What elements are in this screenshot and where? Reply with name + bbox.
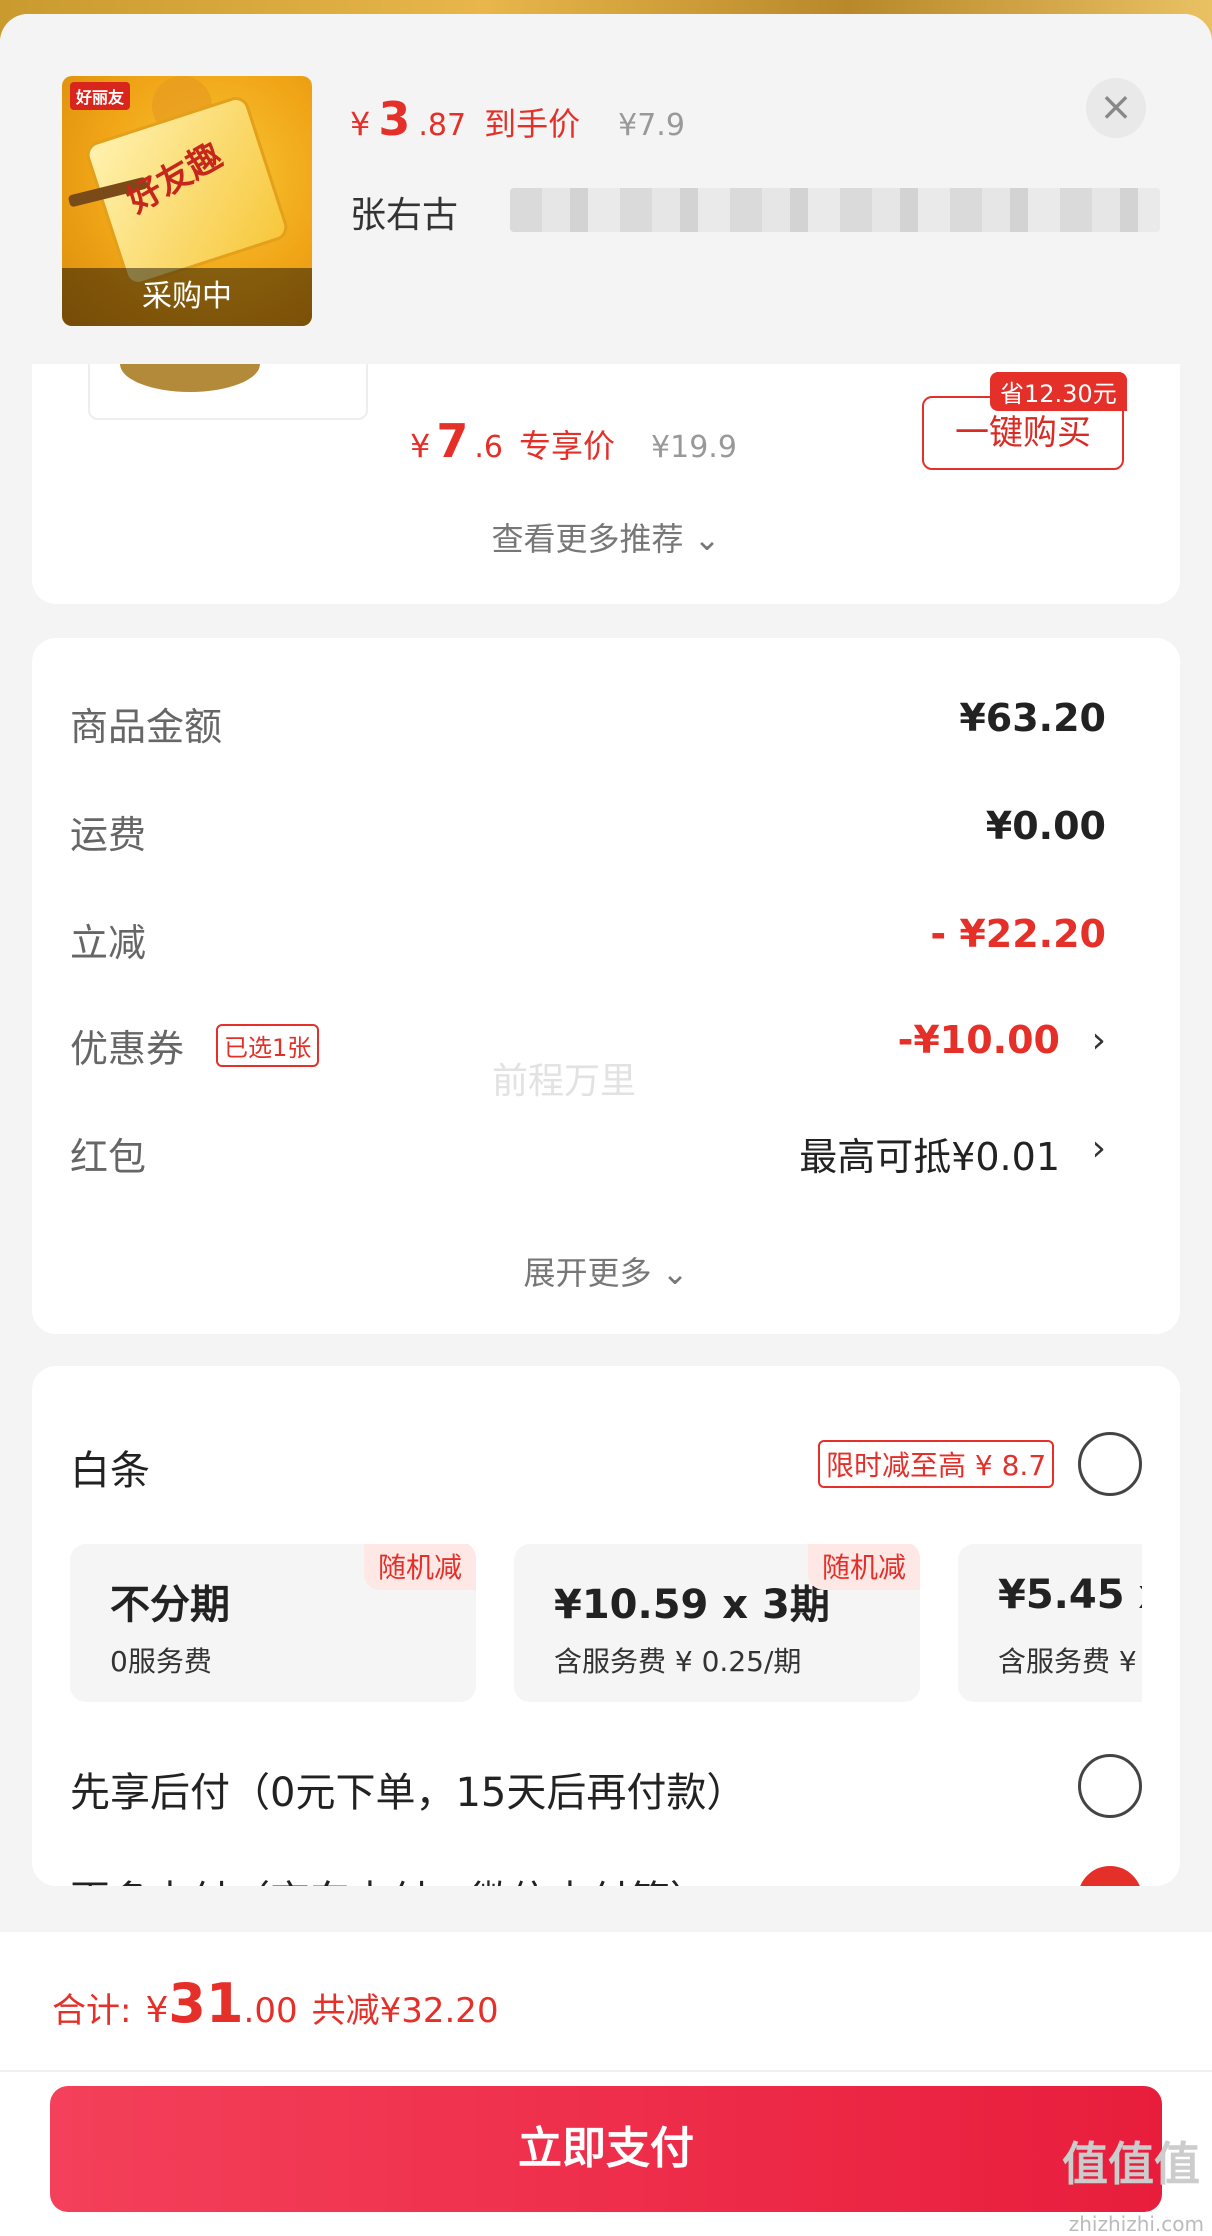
total-integer: 31 xyxy=(168,1972,244,2035)
row-coupon[interactable]: 优惠券 已选1张 -¥10.00 › xyxy=(70,1018,1150,1078)
plan-3-installments[interactable]: ¥10.59 x 3期 含服务费 ¥ 0.25/期 随机减 xyxy=(514,1544,920,1702)
row-label: 商品金额 xyxy=(70,705,223,749)
save-badge: 省12.30元 xyxy=(990,372,1127,411)
order-amount-card: 前程万里 商品金额 ¥63.20 运费 ¥0.00 立减 - ¥22.20 优惠… xyxy=(32,638,1180,1334)
pay-later-radio[interactable] xyxy=(1078,1754,1142,1818)
row-label: 立减 xyxy=(70,921,147,965)
row-red-packet[interactable]: 红包 最高可抵¥0.01 › xyxy=(70,1126,1150,1186)
recommended-price: ¥ 7 .6 专享价 ¥19.9 xyxy=(410,414,737,468)
row-instant-discount: 立减 - ¥22.20 xyxy=(70,912,1150,972)
price-decimal: .6 xyxy=(474,430,503,465)
close-icon[interactable]: × xyxy=(1086,78,1146,138)
plan-title: 不分期 xyxy=(110,1582,230,1628)
plan-6-installments[interactable]: ¥5.45 x 含服务费 ¥ xyxy=(958,1544,1142,1702)
expand-more-link[interactable]: 展开更多 ⌄ xyxy=(32,1248,1180,1294)
limited-time-discount-chip: 限时减至高 ¥ 8.7 xyxy=(818,1440,1055,1488)
random-discount-badge: 随机减 xyxy=(363,1544,476,1590)
total-savings: 共减¥32.20 xyxy=(311,1991,499,2031)
price-tag: 专享价 xyxy=(519,427,616,465)
row-value: - ¥22.20 xyxy=(930,912,1106,956)
blurred-title-mosaic xyxy=(510,188,1160,232)
baitiao-label: 白条 xyxy=(70,1448,150,1494)
pay-later-label: 先享后付（0元下单，15天后再付款） xyxy=(70,1770,747,1816)
row-label: 优惠券 xyxy=(70,1027,185,1071)
row-label: 红包 xyxy=(70,1135,147,1179)
pay-now-button[interactable]: 立即支付 xyxy=(50,2086,1162,2212)
installment-plans: 不分期 0服务费 随机减 ¥10.59 x 3期 含服务费 ¥ 0.25/期 随… xyxy=(70,1544,1142,1704)
view-more-recommendations[interactable]: 查看更多推荐 ⌄ xyxy=(32,514,1180,560)
total-decimal: .00 xyxy=(243,1991,298,2031)
final-price-tag: 到手价 xyxy=(484,105,581,143)
price-decimal: .87 xyxy=(418,108,467,143)
row-shipping: 运费 ¥0.00 xyxy=(70,804,1150,864)
plan-title: ¥10.59 x 3期 xyxy=(554,1582,830,1628)
product-header: 好丽友 好友趣 采购中 ¥ 3 .87 到手价 ¥7.9 × 张右古 xyxy=(0,14,1212,364)
row-value: ¥0.00 xyxy=(985,804,1106,848)
plan-title: ¥5.45 x xyxy=(998,1572,1142,1618)
site-url-watermark: zhizhizhi.com xyxy=(1068,2212,1204,2236)
row-value: -¥10.00 xyxy=(897,1018,1060,1062)
more-payment-label: 更多支付（京东支付、微信支付等） xyxy=(70,1868,710,1886)
checkout-bottom-bar: 合计: ¥ 31 .00 共减¥32.20 立即支付 值值值 zhizhizhi… xyxy=(0,1932,1212,2236)
original-price: ¥7.9 xyxy=(618,108,685,143)
chevron-right-icon[interactable]: › xyxy=(1092,1128,1106,1169)
row-value: ¥63.20 xyxy=(959,696,1106,740)
plan-subtitle: 0服务费 xyxy=(110,1645,212,1678)
price-integer: 7 xyxy=(436,414,469,468)
divider xyxy=(0,2070,1212,2072)
currency-symbol: ¥ xyxy=(410,427,431,465)
order-total: 合计: ¥ 31 .00 共减¥32.20 xyxy=(52,1972,499,2035)
price-integer: 3 xyxy=(378,92,411,146)
total-label: 合计: xyxy=(52,1991,132,2031)
row-goods-amount: 商品金额 ¥63.20 xyxy=(70,696,1150,756)
site-watermark: 值值值 xyxy=(1062,2137,1200,2191)
brand-logo: 好丽友 xyxy=(70,82,131,110)
row-value: 最高可抵¥0.01 xyxy=(799,1135,1060,1179)
plan-subtitle: 含服务费 ¥ xyxy=(998,1645,1137,1678)
payment-method-card: 白条 限时减至高 ¥ 8.7 不分期 0服务费 随机减 ¥10.59 x 3期 … xyxy=(32,1366,1180,1886)
coupon-selected-chip: 已选1张 xyxy=(216,1024,320,1067)
plan-no-installment[interactable]: 不分期 0服务费 随机减 xyxy=(70,1544,476,1702)
baitiao-radio[interactable] xyxy=(1078,1432,1142,1496)
check-icon[interactable]: ✓ xyxy=(1078,1866,1142,1886)
plan-subtitle: 含服务费 ¥ 0.25/期 xyxy=(554,1645,802,1678)
checkout-sheet: ¥ 7 .6 专享价 ¥19.9 一键购买 省12.30元 查看更多推荐 ⌄ 好… xyxy=(0,14,1212,2236)
random-discount-badge: 随机减 xyxy=(807,1544,920,1590)
total-currency: ¥ xyxy=(145,1990,169,2031)
product-title-text: 张右古 xyxy=(350,195,459,236)
header-price: ¥ 3 .87 到手价 ¥7.9 xyxy=(350,92,685,146)
purchasing-status: 采购中 xyxy=(62,268,312,326)
product-thumbnail[interactable]: 好丽友 好友趣 采购中 xyxy=(62,76,312,326)
chevron-right-icon[interactable]: › xyxy=(1092,1020,1106,1061)
currency-symbol: ¥ xyxy=(350,105,371,143)
row-label: 运费 xyxy=(70,813,147,857)
product-title: 张右古 xyxy=(350,182,1160,238)
original-price: ¥19.9 xyxy=(651,430,737,465)
